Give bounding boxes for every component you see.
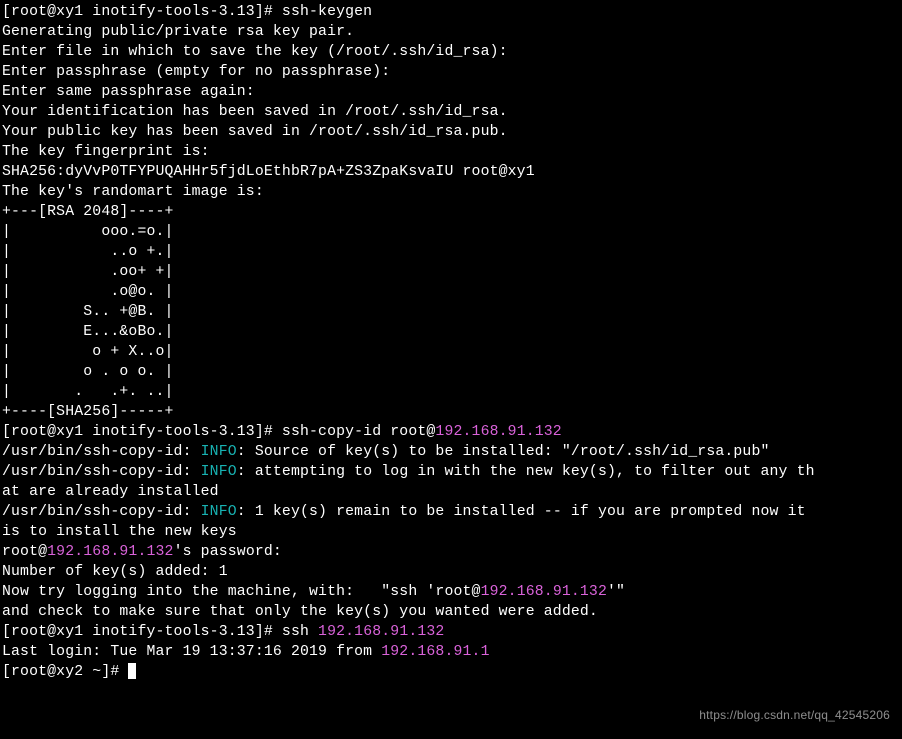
terminal-segment: is to install the new keys	[2, 524, 237, 540]
terminal-segment: Now try logging into the machine, with: …	[2, 584, 481, 600]
terminal-segment: | S.. +@B. |	[2, 304, 174, 320]
terminal-line: | ooo.=o.|	[2, 222, 900, 242]
terminal-line: Your identification has been saved in /r…	[2, 102, 900, 122]
terminal-line: Enter same passphrase again:	[2, 82, 900, 102]
terminal-segment: /usr/bin/ssh-copy-id:	[2, 464, 201, 480]
terminal-segment: Your public key has been saved in /root/…	[2, 124, 508, 140]
terminal-segment: | E...&oBo.|	[2, 324, 174, 340]
cursor-icon	[128, 663, 136, 679]
terminal-line: at are already installed	[2, 482, 900, 502]
terminal-segment: Enter same passphrase again:	[2, 84, 255, 100]
terminal-line: +----[SHA256]-----+	[2, 402, 900, 422]
terminal-segment: and check to make sure that only the key…	[2, 604, 598, 620]
terminal-line: SHA256:dyVvP0TFYPUQAHHr5fjdLoEthbR7pA+ZS…	[2, 162, 900, 182]
terminal-line: /usr/bin/ssh-copy-id: INFO: attempting t…	[2, 462, 900, 482]
terminal-segment: INFO	[201, 464, 237, 480]
terminal-segment: | o + X..o|	[2, 344, 174, 360]
terminal-segment: Your identification has been saved in /r…	[2, 104, 508, 120]
terminal-segment: '"	[607, 584, 625, 600]
terminal-segment: 192.168.91.132	[318, 624, 444, 640]
terminal-segment: : 1 key(s) remain to be installed -- if …	[237, 504, 815, 520]
terminal-segment: 's password:	[174, 544, 282, 560]
terminal-segment: [root@xy1 inotify-tools-3.13]# ssh-copy-…	[2, 424, 435, 440]
terminal-line: /usr/bin/ssh-copy-id: INFO: 1 key(s) rem…	[2, 502, 900, 522]
terminal-segment: [root@xy1 inotify-tools-3.13]# ssh	[2, 624, 318, 640]
terminal-segment: Enter passphrase (empty for no passphras…	[2, 64, 390, 80]
terminal-segment: The key fingerprint is:	[2, 144, 210, 160]
terminal-line: Number of key(s) added: 1	[2, 562, 900, 582]
terminal-line: Last login: Tue Mar 19 13:37:16 2019 fro…	[2, 642, 900, 662]
terminal-segment: Number of key(s) added: 1	[2, 564, 228, 580]
terminal-output[interactable]: [root@xy1 inotify-tools-3.13]# ssh-keyge…	[2, 2, 900, 682]
terminal-line: [root@xy1 inotify-tools-3.13]# ssh 192.1…	[2, 622, 900, 642]
terminal-segment: 192.168.91.132	[481, 584, 607, 600]
terminal-line: The key's randomart image is:	[2, 182, 900, 202]
terminal-segment: 192.168.91.132	[47, 544, 173, 560]
terminal-segment: | . .+. ..|	[2, 384, 174, 400]
terminal-line: [root@xy1 inotify-tools-3.13]# ssh-copy-…	[2, 422, 900, 442]
terminal-segment: /usr/bin/ssh-copy-id:	[2, 444, 201, 460]
terminal-line: is to install the new keys	[2, 522, 900, 542]
watermark-text: https://blog.csdn.net/qq_42545206	[699, 705, 890, 725]
terminal-segment: | .oo+ +|	[2, 264, 174, 280]
terminal-line: Now try logging into the machine, with: …	[2, 582, 900, 602]
terminal-line: root@192.168.91.132's password:	[2, 542, 900, 562]
terminal-segment: [root@xy1 inotify-tools-3.13]# ssh-keyge…	[2, 4, 372, 20]
terminal-segment: INFO	[201, 444, 237, 460]
terminal-segment: at are already installed	[2, 484, 219, 500]
terminal-segment: INFO	[201, 504, 237, 520]
terminal-segment: +----[SHA256]-----+	[2, 404, 174, 420]
terminal-segment: root@	[2, 544, 47, 560]
terminal-line: and check to make sure that only the key…	[2, 602, 900, 622]
terminal-line: | o + X..o|	[2, 342, 900, 362]
terminal-segment: | o . o o. |	[2, 364, 174, 380]
terminal-line: /usr/bin/ssh-copy-id: INFO: Source of ke…	[2, 442, 900, 462]
terminal-segment: [root@xy2 ~]#	[2, 664, 128, 680]
terminal-segment: The key's randomart image is:	[2, 184, 264, 200]
terminal-line: [root@xy1 inotify-tools-3.13]# ssh-keyge…	[2, 2, 900, 22]
terminal-line: | .o@o. |	[2, 282, 900, 302]
terminal-segment: 192.168.91.132	[435, 424, 561, 440]
terminal-segment: +---[RSA 2048]----+	[2, 204, 174, 220]
terminal-line: +---[RSA 2048]----+	[2, 202, 900, 222]
terminal-line: | . .+. ..|	[2, 382, 900, 402]
terminal-segment: : attempting to log in with the new key(…	[237, 464, 815, 480]
terminal-line: Your public key has been saved in /root/…	[2, 122, 900, 142]
terminal-line: Enter file in which to save the key (/ro…	[2, 42, 900, 62]
terminal-segment: /usr/bin/ssh-copy-id:	[2, 504, 201, 520]
terminal-line: Enter passphrase (empty for no passphras…	[2, 62, 900, 82]
terminal-line: | .oo+ +|	[2, 262, 900, 282]
terminal-line: The key fingerprint is:	[2, 142, 900, 162]
terminal-line: [root@xy2 ~]#	[2, 662, 900, 682]
terminal-segment: : Source of key(s) to be installed: "/ro…	[237, 444, 770, 460]
terminal-line: | E...&oBo.|	[2, 322, 900, 342]
terminal-segment: 192.168.91.1	[381, 644, 489, 660]
terminal-segment: | ooo.=o.|	[2, 224, 174, 240]
terminal-segment: Last login: Tue Mar 19 13:37:16 2019 fro…	[2, 644, 381, 660]
terminal-segment: SHA256:dyVvP0TFYPUQAHHr5fjdLoEthbR7pA+ZS…	[2, 164, 535, 180]
terminal-line: | S.. +@B. |	[2, 302, 900, 322]
terminal-segment: Enter file in which to save the key (/ro…	[2, 44, 508, 60]
terminal-segment: Generating public/private rsa key pair.	[2, 24, 354, 40]
terminal-line: | ..o +.|	[2, 242, 900, 262]
terminal-line: | o . o o. |	[2, 362, 900, 382]
terminal-segment: | ..o +.|	[2, 244, 174, 260]
terminal-segment: | .o@o. |	[2, 284, 174, 300]
terminal-line: Generating public/private rsa key pair.	[2, 22, 900, 42]
